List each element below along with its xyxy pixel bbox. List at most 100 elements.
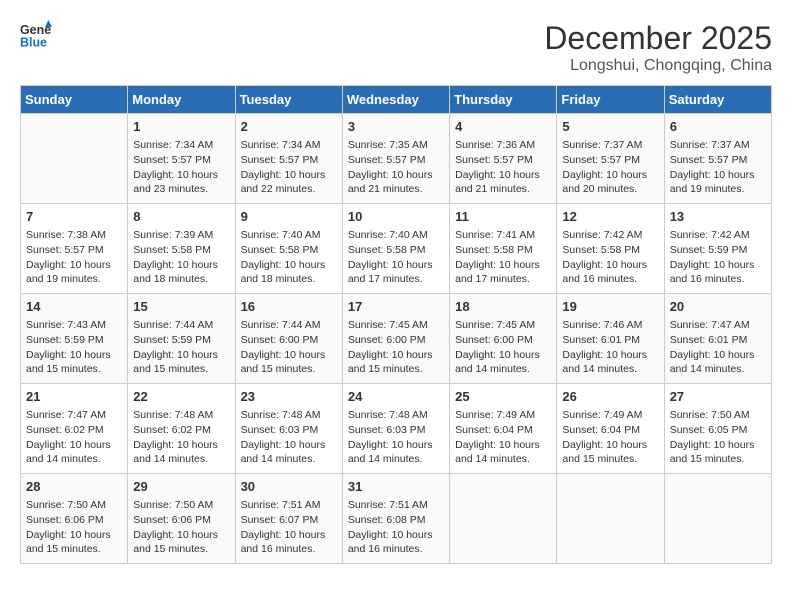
day-info: Sunrise: 7:51 AM Sunset: 6:07 PM Dayligh… (241, 498, 337, 557)
day-info: Sunrise: 7:40 AM Sunset: 5:58 PM Dayligh… (241, 228, 337, 287)
day-number: 27 (670, 388, 766, 406)
calendar-day-cell: 24Sunrise: 7:48 AM Sunset: 6:03 PM Dayli… (342, 384, 449, 474)
day-info: Sunrise: 7:37 AM Sunset: 5:57 PM Dayligh… (670, 138, 766, 197)
calendar-week-row: 1Sunrise: 7:34 AM Sunset: 5:57 PM Daylig… (21, 114, 772, 204)
day-info: Sunrise: 7:48 AM Sunset: 6:03 PM Dayligh… (241, 408, 337, 467)
day-info: Sunrise: 7:49 AM Sunset: 6:04 PM Dayligh… (455, 408, 551, 467)
day-number: 18 (455, 298, 551, 316)
calendar-day-cell: 7 Sunrise: 7:38 AM Sunset: 5:57 PM Daylig… (21, 204, 128, 294)
calendar-day-cell: 21 Sunrise: 7:47 AM Sunset: 6:02 PM Dayli… (21, 384, 128, 474)
calendar-day-cell: 22Sunrise: 7:48 AM Sunset: 6:02 PM Dayli… (128, 384, 235, 474)
day-info: Sunrise: 7:51 AM Sunset: 6:08 PM Dayligh… (348, 498, 444, 557)
calendar-day-cell: 9 Sunrise: 7:40 AM Sunset: 5:58 PM Daylig… (235, 204, 342, 294)
day-info: Sunrise: 7:44 AM Sunset: 5:59 PM Dayligh… (133, 318, 229, 377)
calendar-day-cell: 11Sunrise: 7:41 AM Sunset: 5:58 PM Dayli… (450, 204, 557, 294)
calendar-day-cell: 5Sunrise: 7:37 AM Sunset: 5:57 PM Daylig… (557, 114, 664, 204)
weekday-header-row: SundayMondayTuesdayWednesdayThursdayFrid… (21, 86, 772, 114)
calendar-week-row: 7 Sunrise: 7:38 AM Sunset: 5:57 PM Daylig… (21, 204, 772, 294)
calendar-day-cell: 26Sunrise: 7:49 AM Sunset: 6:04 PM Dayli… (557, 384, 664, 474)
weekday-header-cell: Friday (557, 86, 664, 114)
calendar-day-cell: 25Sunrise: 7:49 AM Sunset: 6:04 PM Dayli… (450, 384, 557, 474)
day-info: Sunrise: 7:47 AM Sunset: 6:02 PM Dayligh… (26, 408, 122, 467)
day-number: 6 (670, 118, 766, 136)
day-number: 13 (670, 208, 766, 226)
day-number: 29 (133, 478, 229, 496)
day-info: Sunrise: 7:46 AM Sunset: 6:01 PM Dayligh… (562, 318, 658, 377)
calendar-day-cell: 1Sunrise: 7:34 AM Sunset: 5:57 PM Daylig… (128, 114, 235, 204)
calendar-day-cell: 28Sunrise: 7:50 AM Sunset: 6:06 PM Dayli… (21, 474, 128, 564)
day-info: Sunrise: 7:44 AM Sunset: 6:00 PM Dayligh… (241, 318, 337, 377)
day-number: 24 (348, 388, 444, 406)
day-number: 19 (562, 298, 658, 316)
day-info: Sunrise: 7:50 AM Sunset: 6:06 PM Dayligh… (133, 498, 229, 557)
day-number: 17 (348, 298, 444, 316)
day-number: 23 (241, 388, 337, 406)
title-area: December 2025 Longshui, Chongqing, China (544, 20, 772, 75)
day-info: Sunrise: 7:36 AM Sunset: 5:57 PM Dayligh… (455, 138, 551, 197)
weekday-header-cell: Saturday (664, 86, 771, 114)
calendar-day-cell: 16 Sunrise: 7:44 AM Sunset: 6:00 PM Dayli… (235, 294, 342, 384)
calendar-day-cell: 3Sunrise: 7:35 AM Sunset: 5:57 PM Daylig… (342, 114, 449, 204)
day-number: 21 (26, 388, 122, 406)
day-number: 15 (133, 298, 229, 316)
calendar-day-cell: 23 Sunrise: 7:48 AM Sunset: 6:03 PM Dayli… (235, 384, 342, 474)
day-number: 5 (562, 118, 658, 136)
day-info: Sunrise: 7:34 AM Sunset: 5:57 PM Dayligh… (241, 138, 337, 197)
day-info: Sunrise: 7:38 AM Sunset: 5:57 PM Dayligh… (26, 228, 122, 287)
day-number: 8 (133, 208, 229, 226)
day-number: 12 (562, 208, 658, 226)
calendar-day-cell: 18Sunrise: 7:45 AM Sunset: 6:00 PM Dayli… (450, 294, 557, 384)
day-number: 31 (348, 478, 444, 496)
calendar-week-row: 28 Sunrise: 7:50 AM Sunset: 6:06 PM Dayli… (21, 474, 772, 564)
calendar-day-cell (557, 474, 664, 564)
calendar-day-cell: 17 Sunrise: 7:45 AM Sunset: 6:00 PM Dayli… (342, 294, 449, 384)
calendar-day-cell: 8Sunrise: 7:39 AM Sunset: 5:58 PM Daylig… (128, 204, 235, 294)
weekday-header-cell: Sunday (21, 86, 128, 114)
day-number: 9 (241, 208, 337, 226)
calendar-day-cell: 2 Sunrise: 7:34 AM Sunset: 5:57 PM Daylig… (235, 114, 342, 204)
day-info: Sunrise: 7:43 AM Sunset: 5:59 PM Dayligh… (26, 318, 122, 377)
day-info: Sunrise: 7:50 AM Sunset: 6:05 PM Dayligh… (670, 408, 766, 467)
header: General Blue December 2025 Longshui, Cho… (20, 20, 772, 75)
calendar-day-cell (21, 114, 128, 204)
day-number: 7 (26, 208, 122, 226)
calendar-day-cell: 27 Sunrise: 7:50 AM Sunset: 6:05 PM Dayli… (664, 384, 771, 474)
day-number: 26 (562, 388, 658, 406)
day-info: Sunrise: 7:42 AM Sunset: 5:58 PM Dayligh… (562, 228, 658, 287)
weekday-header-cell: Monday (128, 86, 235, 114)
logo: General Blue (20, 20, 52, 52)
calendar-day-cell: 19 Sunrise: 7:46 AM Sunset: 6:01 PM Dayli… (557, 294, 664, 384)
logo-icon: General Blue (20, 20, 52, 52)
location-subtitle: Longshui, Chongqing, China (544, 57, 772, 75)
weekday-header-cell: Tuesday (235, 86, 342, 114)
day-number: 10 (348, 208, 444, 226)
svg-text:Blue: Blue (20, 36, 47, 50)
calendar-day-cell: 20Sunrise: 7:47 AM Sunset: 6:01 PM Dayli… (664, 294, 771, 384)
weekday-header-cell: Wednesday (342, 86, 449, 114)
calendar-table: SundayMondayTuesdayWednesdayThursdayFrid… (20, 85, 772, 564)
calendar-day-cell: 14 Sunrise: 7:43 AM Sunset: 5:59 PM Dayli… (21, 294, 128, 384)
day-number: 28 (26, 478, 122, 496)
calendar-day-cell: 4Sunrise: 7:36 AM Sunset: 5:57 PM Daylig… (450, 114, 557, 204)
day-info: Sunrise: 7:41 AM Sunset: 5:58 PM Dayligh… (455, 228, 551, 287)
day-info: Sunrise: 7:40 AM Sunset: 5:58 PM Dayligh… (348, 228, 444, 287)
calendar-day-cell (450, 474, 557, 564)
day-info: Sunrise: 7:42 AM Sunset: 5:59 PM Dayligh… (670, 228, 766, 287)
calendar-day-cell: 10 Sunrise: 7:40 AM Sunset: 5:58 PM Dayli… (342, 204, 449, 294)
calendar-day-cell: 13 Sunrise: 7:42 AM Sunset: 5:59 PM Dayli… (664, 204, 771, 294)
calendar-body: 1Sunrise: 7:34 AM Sunset: 5:57 PM Daylig… (21, 114, 772, 564)
calendar-day-cell: 29 Sunrise: 7:50 AM Sunset: 6:06 PM Dayli… (128, 474, 235, 564)
calendar-day-cell: 30Sunrise: 7:51 AM Sunset: 6:07 PM Dayli… (235, 474, 342, 564)
calendar-day-cell: 12 Sunrise: 7:42 AM Sunset: 5:58 PM Dayli… (557, 204, 664, 294)
day-number: 14 (26, 298, 122, 316)
day-info: Sunrise: 7:35 AM Sunset: 5:57 PM Dayligh… (348, 138, 444, 197)
day-info: Sunrise: 7:34 AM Sunset: 5:57 PM Dayligh… (133, 138, 229, 197)
day-number: 20 (670, 298, 766, 316)
calendar-day-cell (664, 474, 771, 564)
day-number: 16 (241, 298, 337, 316)
calendar-day-cell: 6 Sunrise: 7:37 AM Sunset: 5:57 PM Daylig… (664, 114, 771, 204)
day-info: Sunrise: 7:45 AM Sunset: 6:00 PM Dayligh… (348, 318, 444, 377)
calendar-week-row: 14 Sunrise: 7:43 AM Sunset: 5:59 PM Dayli… (21, 294, 772, 384)
day-number: 2 (241, 118, 337, 136)
weekday-header-cell: Thursday (450, 86, 557, 114)
